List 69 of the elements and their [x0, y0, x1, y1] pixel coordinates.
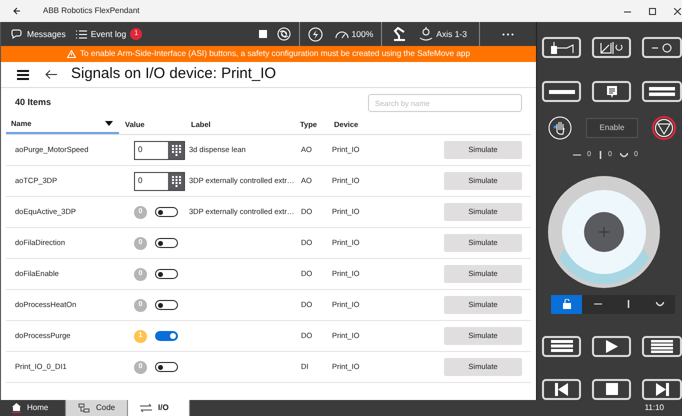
gauge-icon: [334, 29, 349, 39]
tool-button[interactable]: [542, 37, 581, 58]
keypad-icon[interactable]: [172, 176, 180, 186]
speed-button[interactable]: 100%: [334, 28, 374, 40]
nav-tab[interactable]: I/O: [128, 400, 190, 416]
value-field[interactable]: 0: [134, 172, 185, 190]
maximize-icon[interactable]: [649, 8, 656, 14]
rotate-icon: [656, 302, 664, 306]
double-bar-icon: [649, 87, 675, 96]
stop-icon[interactable]: [258, 30, 267, 38]
skip-forward-icon: [656, 382, 668, 396]
toggle-switch[interactable]: [155, 238, 178, 248]
transfer-icon: [140, 404, 152, 412]
toggle-switch[interactable]: [155, 331, 178, 341]
joystick[interactable]: [546, 174, 660, 288]
unlocked-lock-icon: [562, 299, 570, 309]
note-icon: [606, 86, 616, 98]
more-icon[interactable]: [502, 32, 514, 36]
item-count: 40 Items: [15, 96, 52, 110]
chat-icon: [11, 29, 23, 39]
enable-button[interactable]: Enable: [586, 118, 638, 138]
messages-button[interactable]: Messages: [11, 28, 66, 40]
triple-bar-icon: [550, 340, 572, 352]
page-title: Signals on I/O device: Print_IO: [71, 64, 276, 84]
warning-icon: [66, 50, 76, 58]
menu-icon[interactable]: [17, 70, 29, 80]
axis-jog-icon: [419, 27, 434, 41]
four-bar-icon: [651, 340, 673, 352]
play-icon: [606, 340, 618, 352]
code-icon: [78, 403, 90, 413]
axis-button[interactable]: Axis 1-3: [419, 27, 467, 41]
list-button[interactable]: [642, 336, 682, 356]
stop-square-icon: [606, 383, 618, 395]
frame-button[interactable]: [592, 37, 631, 58]
toggle-switch[interactable]: [155, 362, 178, 372]
warning-banner: To enable Arm-Side-Interface (ASI) buttons, a safety configuration must be created using the SafeMove app: [1, 46, 536, 62]
rotate-icon: [620, 152, 628, 158]
increment-button[interactable]: [642, 37, 682, 58]
play-button[interactable]: [592, 336, 631, 356]
toggle-switch[interactable]: [155, 207, 178, 217]
lightning-icon[interactable]: [308, 26, 323, 42]
swirl-icon[interactable]: [276, 27, 291, 41]
stop-button[interactable]: [592, 378, 631, 400]
sort-icon[interactable]: [105, 121, 113, 126]
lines-button[interactable]: [642, 81, 682, 102]
tool-icon: [548, 42, 574, 54]
clock: 11:10: [644, 402, 664, 414]
value-field[interactable]: 0: [134, 140, 185, 160]
jog-mode-button[interactable]: [551, 294, 582, 314]
emergency-stop-icon[interactable]: [652, 116, 676, 140]
skip-back-icon: [555, 382, 568, 396]
bar-icon: [548, 90, 574, 94]
nav-tab[interactable]: Code: [66, 400, 128, 416]
hand-icon[interactable]: [548, 116, 572, 140]
toggle-switch[interactable]: [155, 269, 178, 279]
list-button[interactable]: [542, 336, 581, 356]
close-icon[interactable]: [674, 8, 681, 14]
robot-arm-icon[interactable]: [392, 27, 408, 41]
frame-icon: [598, 42, 624, 54]
back-arrow-icon[interactable]: [45, 70, 57, 79]
back-icon[interactable]: [13, 7, 21, 15]
note-button[interactable]: [592, 81, 631, 102]
list-icon: [76, 30, 87, 38]
event-log-button[interactable]: Event log: [76, 28, 126, 40]
toggle-switch[interactable]: [155, 300, 178, 310]
minus-button[interactable]: [542, 81, 581, 102]
home-icon: [12, 403, 21, 413]
keypad-icon[interactable]: [172, 144, 180, 156]
window-title: ABB Robotics FlexPendant: [43, 5, 140, 17]
